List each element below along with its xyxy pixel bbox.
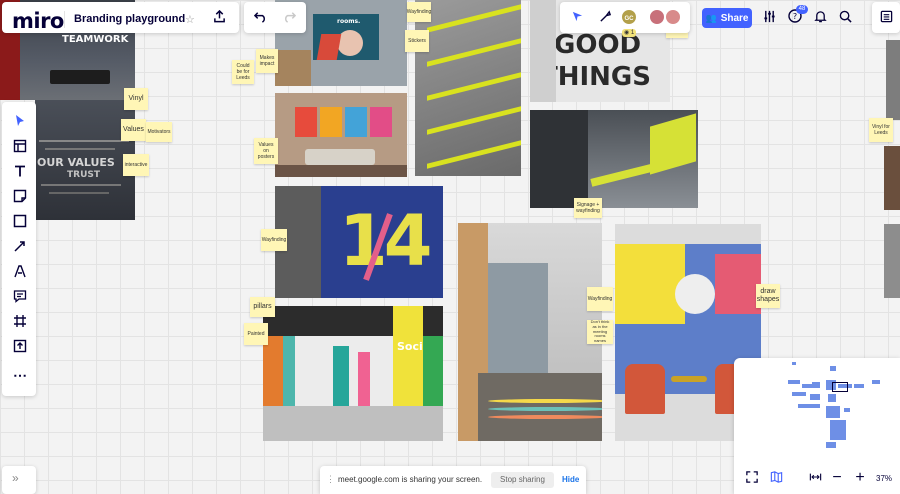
svg-text:?: ? [793,12,797,21]
share-button[interactable]: 👥 Share [702,8,752,28]
left-toolbar: ⋯ [2,102,36,396]
collaboration-panel: GC ◉ 1 [560,2,690,37]
photo-values-posters[interactable] [275,93,407,177]
map-icon[interactable] [766,468,786,488]
minimap-viewport[interactable] [832,382,848,392]
photo-values-wall[interactable]: OUR VALUES TRUST [35,100,135,220]
fit-width-icon[interactable] [806,468,824,488]
board-list-icon[interactable] [877,8,895,28]
sticky-values-posters[interactable]: Values on posters [254,138,278,164]
board-title[interactable]: Branding playground [64,11,185,28]
zoom-out-icon[interactable]: − [828,468,846,488]
templates-tool[interactable] [7,135,33,157]
sticky-wayfinding-right[interactable]: Wayfinding [587,287,613,311]
board-header-panel: miro Branding playground ☆ [2,2,239,33]
star-icon[interactable]: ☆ [185,13,195,26]
connection-line-tool[interactable] [7,235,33,257]
search-icon[interactable] [836,8,854,28]
photo-right-edge-1[interactable] [886,40,900,120]
photo-wayfinding-numbers[interactable]: 14 [275,186,443,298]
sticky-stickers[interactable]: Stickers [405,30,429,52]
sticky-wayfinding-top[interactable]: Wayfinding [407,2,431,22]
sticky-vinyl[interactable]: Vinyl [124,88,148,110]
text-tool[interactable] [7,160,33,182]
redo-icon[interactable] [278,8,300,28]
screen-share-bar: ⋮ meet.google.com is sharing your screen… [320,466,586,494]
photo-text-things: THINGS [540,62,651,92]
zoom-in-icon[interactable]: + [851,468,869,488]
miro-logo[interactable]: miro [12,9,64,33]
more-tools[interactable]: ⋯ [7,364,33,386]
select-tool[interactable] [7,110,33,132]
people-icon: 👥 [705,12,717,23]
photo-right-edge-2[interactable] [884,146,900,210]
photo-text-trust: TRUST [67,170,100,180]
photo-corridor-floor[interactable] [458,223,602,441]
photo-text-rooms: rooms. [337,18,361,25]
photo-signage-corridor[interactable] [530,110,698,208]
share-label: Share [720,12,749,24]
sticky-could-be-leeds[interactable]: Could be for Leeds [232,60,254,84]
sticky-interactive[interactable]: interactive [123,154,149,176]
board-list-panel [872,2,900,33]
frame-tool[interactable] [7,310,33,332]
undo-icon[interactable] [249,8,271,28]
shape-tool[interactable] [7,210,33,232]
expand-panel-button[interactable]: » [2,466,36,494]
double-chevron-right-icon: » [12,471,19,485]
photo-text-our-values: OUR VALUES [37,156,115,169]
sticky-makes-impact[interactable]: Makes impact [256,49,278,73]
photo-right-edge-3[interactable] [884,224,900,298]
notification-count-badge: 48 [796,5,808,14]
screen-share-message: meet.google.com is sharing your screen. [338,475,483,484]
comment-tool[interactable] [7,285,33,307]
bell-icon[interactable] [811,8,829,28]
upload-icon[interactable] [208,8,230,28]
sticky-note-tool[interactable] [7,185,33,207]
avatar-gc[interactable]: GC [620,8,638,26]
sticky-vinyl-leeds[interactable]: Vinyl for Leeds [869,118,893,142]
stop-sharing-button[interactable]: Stop sharing [491,472,554,488]
cursor-follow-icon[interactable] [568,8,586,28]
zoom-level[interactable]: 37% [876,474,892,483]
sticky-painted[interactable]: Painted [244,323,268,345]
viewer-count: ◉ 1 [622,29,637,37]
sticky-values[interactable]: Values [121,119,146,141]
drag-handle-icon[interactable]: ⋮ [326,474,335,484]
sticky-draw-shapes[interactable]: draw shapes [756,284,780,308]
sticky-wayfinding-mid[interactable]: Wayfinding [261,229,287,251]
reactions-icon[interactable] [596,8,614,28]
photo-text-numbers: 14 [339,200,432,282]
pen-tool[interactable] [7,260,33,282]
photo-text-teamwork: TEAMWORK [62,34,129,45]
sticky-motivators[interactable]: Motivators [146,122,172,142]
settings-sliders-icon[interactable] [760,8,778,28]
undo-redo-panel [244,2,306,33]
viewer-count-value: 1 [630,30,635,36]
eye-icon: ◉ [624,30,630,36]
photo-painted-pillars[interactable]: Social [263,306,443,441]
hide-button[interactable]: Hide [562,472,579,488]
upload-tool[interactable] [7,335,33,357]
sticky-signage[interactable]: Signage + wayfinding [574,198,602,218]
sticky-pillars[interactable]: pillars [250,297,275,317]
photo-stairs[interactable] [415,0,521,176]
sticky-dont-think[interactable]: Don't think as in the meeting rooms name… [587,319,613,344]
minimap-panel[interactable]: − + 37% [734,358,900,494]
fit-screen-icon[interactable] [742,468,762,488]
avatar-user-3[interactable] [664,8,682,26]
